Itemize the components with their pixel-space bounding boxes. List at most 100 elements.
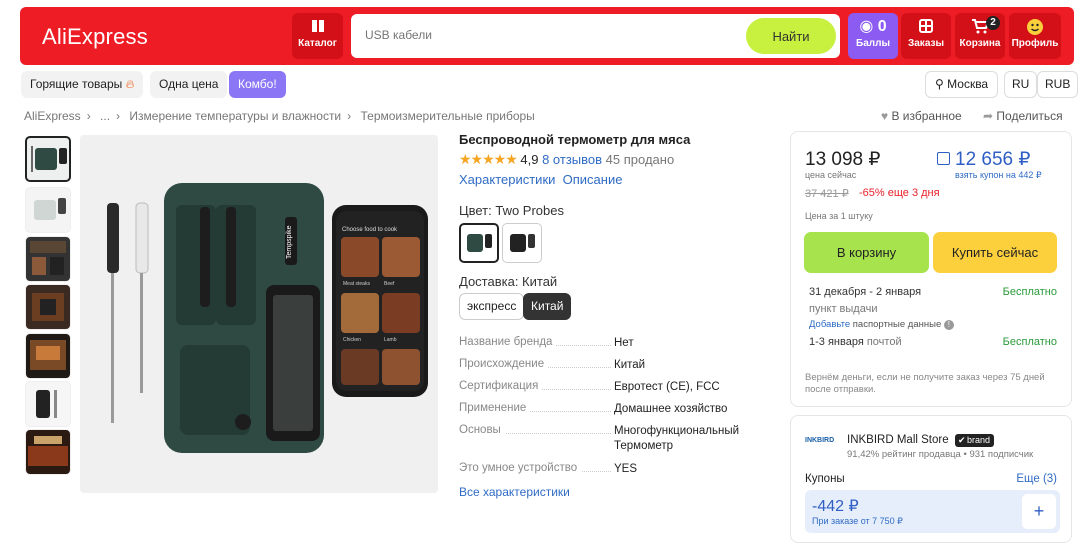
coupons-label: Купоны: [805, 473, 845, 485]
coupons-more-link[interactable]: Еще (3): [1016, 473, 1057, 485]
coupon-condition: При заказе от 7 750 ₽: [812, 516, 903, 526]
store-stats: 91,42% рейтинг продавца • 931 подписчик: [847, 449, 1034, 460]
sold-count: 45 продано: [605, 152, 675, 167]
passport-note-text: паспортные данные: [852, 319, 942, 330]
delivery-option-china[interactable]: Китай: [523, 293, 572, 320]
aliexpress-logo[interactable]: AliExpress: [42, 24, 148, 50]
tab-specs[interactable]: Характеристики: [459, 172, 555, 187]
thumbnail-5[interactable]: [25, 333, 71, 379]
phone-item-label: Beef: [384, 281, 395, 287]
buy-now-button[interactable]: Купить сейчас: [933, 232, 1057, 273]
color-variant-2[interactable]: [502, 223, 542, 263]
share-label: Поделиться: [996, 109, 1063, 123]
add-passport-link[interactable]: Добавьте: [809, 319, 850, 330]
orders-button[interactable]: Заказы: [901, 13, 951, 59]
language-selector[interactable]: RU: [1004, 71, 1038, 98]
breadcrumb-item[interactable]: ...: [100, 109, 110, 123]
plus-icon: +: [1033, 501, 1045, 521]
product-title: Беспроводной термометр для мяса: [459, 132, 691, 147]
spec-row: Основы Многофункциональный Термометр: [459, 424, 779, 462]
spec-value: YES: [614, 463, 638, 475]
all-specs-link[interactable]: Все характеристики: [459, 485, 570, 499]
spec-key: Происхождение: [459, 358, 549, 370]
search-button[interactable]: Найти: [746, 18, 836, 54]
location-pin-icon: ⚲: [935, 77, 944, 91]
price-caption: цена сейчас: [805, 170, 857, 180]
nav-hot-deals[interactable]: Горящие товары 🔥︎: [21, 71, 144, 98]
phone-item-label: Lamb: [384, 337, 397, 343]
favorite-label: В избранное: [891, 109, 962, 123]
spec-value: Нет: [614, 337, 634, 349]
phone-screen-header: Choose food to cook: [342, 227, 398, 233]
heart-icon: ♥: [881, 109, 889, 123]
spec-row: Название бренда Нет: [459, 336, 779, 358]
cart-label: Корзина: [959, 38, 1001, 49]
delivery-place-1: пункт выдачи: [809, 303, 878, 315]
thumbnail-4[interactable]: [25, 284, 71, 330]
store-name[interactable]: INKBIRD Mall Store: [847, 434, 949, 446]
coupon-card[interactable]: -442 ₽ При заказе от 7 750 ₽ +: [805, 490, 1060, 533]
spec-row: Применение Домашнее хозяйство: [459, 402, 779, 424]
color-variant-two-probes[interactable]: [459, 223, 499, 263]
profile-label: Профиль: [1011, 38, 1059, 49]
delivery-option-express[interactable]: экспресс: [459, 293, 525, 320]
delivery-date-1: 31 декабря - 2 января: [809, 286, 922, 298]
coupon-caption[interactable]: взять купон на 442 ₽: [955, 170, 1042, 181]
search-input[interactable]: [365, 28, 725, 42]
orders-icon: [901, 18, 951, 36]
coupon-amount: -442 ₽: [812, 498, 859, 515]
add-coupon-button[interactable]: +: [1022, 494, 1056, 529]
spec-row: Это умное устройство YES: [459, 462, 779, 484]
add-to-cart-button[interactable]: В корзину: [804, 232, 929, 273]
favorite-button[interactable]: ♥ В избранное: [881, 109, 962, 123]
passport-note: Добавьте паспортные данные !: [809, 319, 954, 330]
product-main-image[interactable]: Tempspike Choose food to cook Meat steak…: [80, 135, 438, 493]
thumbnail-2[interactable]: [25, 187, 71, 233]
spec-value: Китай: [614, 359, 646, 371]
thumbnail-3[interactable]: [25, 236, 71, 282]
chevron-right-icon: ›: [347, 109, 352, 123]
profile-button[interactable]: Профиль: [1009, 13, 1061, 59]
orders-label: Заказы: [907, 38, 945, 49]
catalog-button[interactable]: Каталог: [292, 13, 343, 59]
spec-row: Происхождение Китай: [459, 358, 779, 380]
buy-box: 13 098 ₽ цена сейчас 12 656 ₽ взять купо…: [790, 131, 1072, 407]
store-logo[interactable]: INKBIRD: [805, 434, 839, 448]
chevron-right-icon: ›: [86, 109, 91, 123]
currency-selector[interactable]: RUB: [1037, 71, 1079, 98]
breadcrumb: AliExpress › ... › Измерение температуры и…: [24, 109, 541, 123]
coin-icon: ◉: [859, 18, 874, 35]
thumbnail-7[interactable]: [25, 429, 71, 475]
spec-value: Евротест (CE), FCC: [614, 381, 720, 393]
rating-row: ★★★★★ 4,9 8 отзывов 45 продано: [459, 151, 674, 168]
coupon-checkbox[interactable]: [937, 152, 950, 165]
brand-label: brand: [967, 435, 991, 445]
specs-list: Название бренда Нет Происхождение Китай Се…: [459, 336, 779, 484]
tab-description[interactable]: Описание: [563, 172, 623, 187]
share-button[interactable]: ➦ Поделиться: [983, 109, 1063, 123]
breadcrumb-item[interactable]: Термоизмерительные приборы: [360, 109, 534, 123]
breadcrumb-item[interactable]: AliExpress: [24, 109, 81, 123]
reviews-link[interactable]: 8 отзывов: [542, 152, 602, 167]
breadcrumb-item[interactable]: Измерение температуры и влажности: [129, 109, 341, 123]
thumbnail-1[interactable]: [25, 136, 71, 182]
refund-note: Вернём деньги, если не получите заказ че…: [805, 372, 1045, 395]
delivery-label: Доставка: Китай: [459, 274, 558, 289]
share-icon: ➦: [983, 109, 994, 123]
city-label: Москва: [947, 77, 989, 91]
thumbnail-6[interactable]: [25, 381, 71, 427]
spec-value: Домашнее хозяйство: [614, 403, 728, 415]
info-icon[interactable]: !: [943, 320, 954, 330]
per-unit-note: Цена за 1 штуку: [805, 211, 873, 221]
city-selector[interactable]: ⚲ Москва: [925, 71, 999, 98]
spec-value: Многофункциональный Термометр: [614, 425, 740, 452]
product-tabs: Характеристики Описание: [459, 172, 622, 187]
cart-button[interactable]: 2 Корзина: [955, 13, 1005, 59]
nav-one-price[interactable]: Одна цена: [150, 71, 228, 98]
nav-combo[interactable]: Комбо!: [229, 71, 286, 98]
hot-deals-label: Горящие товары: [30, 77, 123, 91]
bonus-button[interactable]: ◉ 0 Баллы: [848, 13, 898, 59]
delivery-date-2: 1-3 января: [809, 336, 864, 348]
delivery-price-1: Бесплатно: [1002, 286, 1057, 298]
smiley-icon: [1009, 18, 1061, 36]
